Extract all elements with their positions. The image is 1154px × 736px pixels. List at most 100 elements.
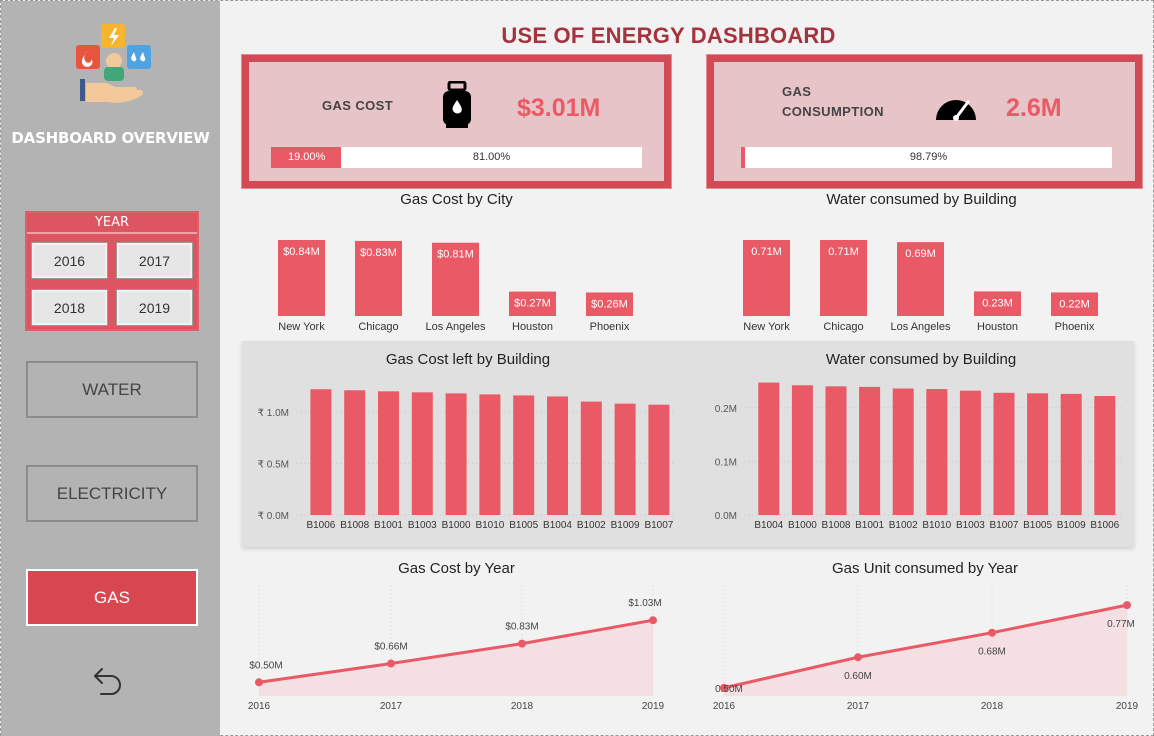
x-tick-label: B1005 bbox=[509, 520, 538, 531]
data-label: 0.50M bbox=[715, 684, 743, 695]
data-label: 0.71M bbox=[828, 246, 859, 258]
x-tick-label: B1004 bbox=[543, 520, 572, 531]
x-tick-label: 2019 bbox=[642, 701, 665, 712]
gas-cost-remaining-label: 81.00% bbox=[472, 151, 511, 163]
bar bbox=[1060, 393, 1082, 515]
gas-consumption-card: GAS CONSUMPTION 2.6M 98.79% bbox=[706, 54, 1143, 189]
y-tick-label: 0.0M bbox=[715, 511, 737, 522]
x-tick-label: B1007 bbox=[644, 520, 673, 531]
electricity-nav-button[interactable]: ELECTRICITY bbox=[26, 465, 198, 522]
gas-nav-button[interactable]: GAS bbox=[26, 569, 198, 626]
bar bbox=[1094, 396, 1116, 515]
data-point bbox=[1123, 601, 1131, 610]
x-tick-label: B1009 bbox=[1057, 520, 1086, 531]
x-tick-label: B1008 bbox=[340, 520, 369, 531]
bar bbox=[926, 389, 948, 515]
x-tick-label: B1000 bbox=[442, 520, 471, 531]
x-tick-label: Chicago bbox=[358, 321, 398, 333]
bar bbox=[310, 389, 332, 515]
bar bbox=[344, 390, 366, 515]
gas-cost-progress: 19.00% 81.00% bbox=[271, 147, 642, 168]
gas-consumption-value: 2.6M bbox=[1006, 94, 1062, 122]
bar bbox=[648, 404, 670, 515]
x-tick-label: 2017 bbox=[847, 701, 870, 712]
x-tick-label: Los Angeles bbox=[891, 321, 951, 333]
bar bbox=[892, 388, 914, 515]
year-slicer-header: YEAR bbox=[27, 213, 197, 234]
gas-cost-progress-fill: 19.00% bbox=[271, 147, 341, 168]
year-button-2017[interactable]: 2017 bbox=[116, 242, 193, 279]
data-label: 0.69M bbox=[905, 248, 936, 260]
data-label: 0.68M bbox=[978, 647, 1006, 658]
x-tick-label: 2018 bbox=[511, 701, 534, 712]
gas-cost-left-by-building-chart: ₹ 0.0M ₹ 0.5M ₹ 1.0M B1006 B1008 B1001 B1003 B1… bbox=[258, 389, 676, 531]
year-slicer: YEAR 2016 2017 2018 2019 bbox=[25, 211, 199, 331]
year-button-2016[interactable]: 2016 bbox=[31, 242, 108, 279]
x-tick-label: B1006 bbox=[1090, 520, 1119, 531]
x-tick-label: 2016 bbox=[713, 701, 736, 712]
data-label: $0.84M bbox=[283, 246, 320, 258]
bar bbox=[1027, 393, 1049, 515]
bar bbox=[791, 385, 813, 515]
data-label: $0.26M bbox=[591, 298, 628, 310]
x-tick-label: B1003 bbox=[956, 520, 985, 531]
data-label: $0.66M bbox=[374, 642, 407, 653]
data-label: $1.03M bbox=[628, 598, 661, 609]
year-button-2018[interactable]: 2018 bbox=[31, 289, 108, 326]
x-tick-label: Los Angeles bbox=[426, 321, 486, 333]
year-button-2019[interactable]: 2019 bbox=[116, 289, 193, 326]
data-label: $0.83M bbox=[360, 247, 397, 259]
x-tick-label: B1000 bbox=[788, 520, 817, 531]
water-by-building-top-chart: 0.71M New York 0.71M Chicago 0.69M Los Angele… bbox=[743, 240, 1098, 333]
data-point bbox=[649, 616, 657, 625]
data-label: 0.23M bbox=[982, 297, 1013, 309]
data-label: 0.22M bbox=[1059, 298, 1090, 310]
gas-cost-by-year-title: Gas Cost by Year bbox=[398, 560, 515, 577]
gas-consumption-label-line2: CONSUMPTION bbox=[782, 104, 884, 119]
x-tick-label: B1005 bbox=[1023, 520, 1052, 531]
x-tick-label: B1004 bbox=[754, 520, 783, 531]
water-by-building-bottom-title: Water consumed by Building bbox=[825, 351, 1017, 368]
gas-unit-by-year-title: Gas Unit consumed by Year bbox=[832, 560, 1018, 577]
gas-cost-left-by-building-title: Gas Cost left by Building bbox=[385, 351, 551, 368]
x-tick-label: Chicago bbox=[823, 321, 863, 333]
x-tick-label: B1010 bbox=[922, 520, 951, 531]
bar bbox=[959, 390, 981, 515]
x-tick-label: 2019 bbox=[1116, 701, 1139, 712]
undo-arrow-icon[interactable] bbox=[89, 661, 129, 701]
x-tick-label: Phoenix bbox=[1055, 321, 1095, 333]
x-tick-label: B1007 bbox=[990, 520, 1019, 531]
gas-cost-value: $3.01M bbox=[517, 94, 601, 122]
water-nav-button[interactable]: WATER bbox=[26, 361, 198, 418]
gas-cost-label: GAS COST bbox=[322, 98, 394, 113]
data-point bbox=[854, 653, 862, 662]
x-tick-label: B1002 bbox=[577, 520, 606, 531]
bar bbox=[859, 386, 881, 515]
gas-cost-by-year-chart: $0.50M 2016 $0.66M 2017 $0.83M 2018 $1.03M 2019 bbox=[248, 586, 665, 712]
bar bbox=[378, 391, 399, 515]
data-point bbox=[255, 678, 263, 687]
gas-cost-by-city-chart: $0.84M New York $0.83M Chicago $0.81M Los Ang… bbox=[278, 240, 633, 333]
speedometer-icon bbox=[936, 100, 976, 121]
sidebar: DASHBOARD OVERVIEW YEAR 2016 2017 2018 2… bbox=[1, 1, 220, 736]
data-label: 0.60M bbox=[844, 671, 872, 682]
bar bbox=[513, 395, 535, 515]
x-tick-label: Houston bbox=[512, 321, 553, 333]
gas-consumption-progress: 98.79% bbox=[741, 147, 1112, 168]
x-tick-label: Houston bbox=[977, 321, 1018, 333]
x-tick-label: B1002 bbox=[889, 520, 918, 531]
x-tick-label: B1001 bbox=[855, 520, 884, 531]
gas-cost-by-city-title: Gas Cost by City bbox=[400, 191, 513, 208]
energy-hand-icon bbox=[76, 24, 151, 103]
data-label: $0.83M bbox=[505, 622, 538, 633]
bar bbox=[993, 392, 1015, 515]
data-point bbox=[518, 639, 526, 648]
gas-consumption-remaining-label: 98.79% bbox=[909, 151, 948, 163]
x-tick-label: New York bbox=[278, 321, 325, 333]
data-label: $0.81M bbox=[437, 249, 474, 261]
bar bbox=[479, 394, 501, 515]
bar bbox=[547, 396, 568, 515]
data-point bbox=[387, 659, 395, 668]
y-tick-label: 0.2M bbox=[715, 404, 737, 415]
x-tick-label: B1001 bbox=[374, 520, 403, 531]
